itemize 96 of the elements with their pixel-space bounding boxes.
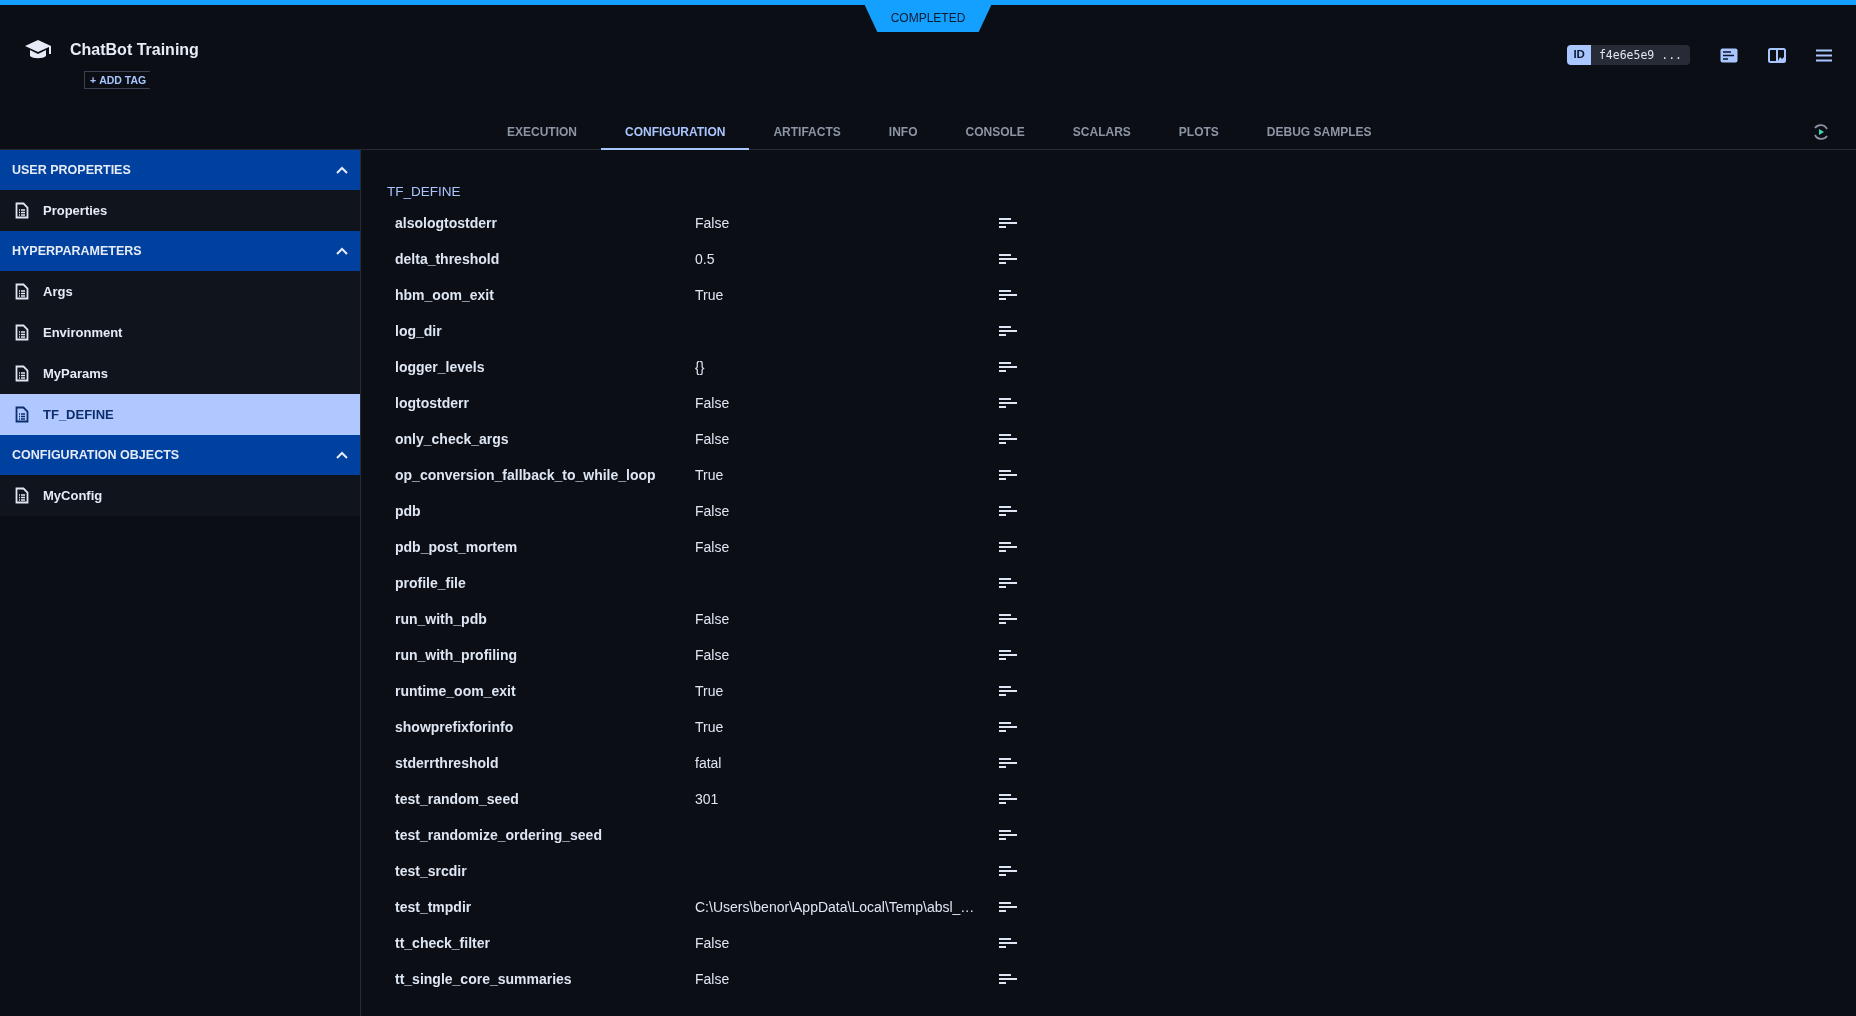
description-icon[interactable] xyxy=(999,974,1017,984)
sidebar-item[interactable]: Args xyxy=(0,271,360,312)
document-icon xyxy=(15,406,29,423)
chevron-up-icon[interactable] xyxy=(336,451,348,459)
tab[interactable]: INFO xyxy=(864,115,942,150)
param-value: False xyxy=(695,935,731,951)
tab[interactable]: EXECUTION xyxy=(483,115,601,150)
description-icon[interactable] xyxy=(999,290,1017,300)
sidebar-item[interactable]: Environment xyxy=(0,312,360,353)
description-icon[interactable] xyxy=(999,758,1017,768)
description-icon[interactable] xyxy=(999,614,1017,624)
param-value: True xyxy=(695,719,725,735)
tab[interactable]: DEBUG SAMPLES xyxy=(1242,115,1396,150)
param-name: tt_check_filter xyxy=(395,935,491,951)
tab[interactable]: SCALARS xyxy=(1048,115,1155,150)
param-name: profile_file xyxy=(395,575,467,591)
description-icon[interactable] xyxy=(999,722,1017,732)
sidebar-item[interactable]: MyParams xyxy=(0,353,360,394)
param-value: False xyxy=(695,395,731,411)
layout-icon[interactable] xyxy=(1768,47,1786,63)
sidebar-item[interactable]: TF_DEFINE xyxy=(0,394,360,435)
param-name: test_srcdir xyxy=(395,863,468,879)
description-icon[interactable] xyxy=(999,398,1017,408)
param-value: False xyxy=(695,539,731,555)
menu-icon[interactable] xyxy=(1816,48,1832,62)
document-icon xyxy=(15,324,29,341)
description-icon[interactable] xyxy=(999,326,1017,336)
description-icon[interactable] xyxy=(999,362,1017,372)
param-name: pdb xyxy=(395,503,422,519)
sidebar-item[interactable]: MyConfig xyxy=(0,475,360,516)
param-name: run_with_profiling xyxy=(395,647,519,663)
param-value: False xyxy=(695,215,731,231)
document-icon xyxy=(15,487,29,504)
param-value: {} xyxy=(695,359,706,375)
param-name: test_tmpdir xyxy=(395,899,473,915)
param-name: delta_threshold xyxy=(395,251,501,267)
chevron-up-icon[interactable] xyxy=(336,166,348,174)
param-value: True xyxy=(695,467,725,483)
description-icon[interactable] xyxy=(999,866,1017,876)
document-icon xyxy=(15,202,29,219)
section-title: TF_DEFINE xyxy=(387,184,462,199)
description-icon[interactable] xyxy=(999,506,1017,516)
document-icon xyxy=(15,283,29,300)
param-value: False xyxy=(695,431,731,447)
param-value: C:\Users\benor\AppData\Local\Temp\absl_… xyxy=(695,899,976,915)
param-value: False xyxy=(695,611,731,627)
section-header[interactable]: HYPERPARAMETERS xyxy=(0,231,360,271)
description-icon[interactable] xyxy=(999,434,1017,444)
refresh-icon[interactable] xyxy=(1812,123,1830,141)
param-name: hbm_oom_exit xyxy=(395,287,495,303)
section-header[interactable]: CONFIGURATION OBJECTS xyxy=(0,435,360,475)
param-name: logger_levels xyxy=(395,359,486,375)
param-value: 0.5 xyxy=(695,251,716,267)
param-name: op_conversion_fallback_to_while_loop xyxy=(395,467,657,483)
tab[interactable]: PLOTS xyxy=(1154,115,1243,150)
param-name: run_with_pdb xyxy=(395,611,488,627)
sidebar-item[interactable]: Properties xyxy=(0,190,360,231)
param-value: True xyxy=(695,683,725,699)
graduation-cap-icon xyxy=(24,39,52,61)
param-name: test_randomize_ordering_seed xyxy=(395,827,603,843)
param-value: False xyxy=(695,971,731,987)
document-icon xyxy=(15,365,29,382)
param-name: logtostderr xyxy=(395,395,470,411)
status-badge: COMPLETED xyxy=(864,5,992,32)
description-icon[interactable] xyxy=(999,794,1017,804)
tab[interactable]: ARTIFACTS xyxy=(749,115,865,150)
description-icon[interactable] xyxy=(999,650,1017,660)
param-name: stderrthreshold xyxy=(395,755,500,771)
param-value: False xyxy=(695,647,731,663)
param-value: True xyxy=(695,287,725,303)
param-name: only_check_args xyxy=(395,431,510,447)
param-name: test_random_seed xyxy=(395,791,520,807)
param-value: 301 xyxy=(695,791,720,807)
param-name: alsologtostderr xyxy=(395,215,498,231)
param-value: fatal xyxy=(695,755,723,771)
param-name: pdb_post_mortem xyxy=(395,539,519,555)
details-panel-icon[interactable] xyxy=(1720,47,1738,63)
param-name: log_dir xyxy=(395,323,443,339)
tab[interactable]: CONSOLE xyxy=(941,115,1049,150)
description-icon[interactable] xyxy=(999,578,1017,588)
description-icon[interactable] xyxy=(999,542,1017,552)
chevron-up-icon[interactable] xyxy=(336,247,348,255)
description-icon[interactable] xyxy=(999,470,1017,480)
param-name: showprefixforinfo xyxy=(395,719,515,735)
description-icon[interactable] xyxy=(999,686,1017,696)
tab[interactable]: CONFIGURATION xyxy=(601,115,750,150)
description-icon[interactable] xyxy=(999,938,1017,948)
experiment-title: ChatBot Training xyxy=(70,41,199,59)
description-icon[interactable] xyxy=(999,218,1017,228)
param-name: tt_single_core_summaries xyxy=(395,971,573,987)
section-header[interactable]: USER PROPERTIES xyxy=(0,150,360,190)
description-icon[interactable] xyxy=(999,254,1017,264)
description-icon[interactable] xyxy=(999,902,1017,912)
param-name: runtime_oom_exit xyxy=(395,683,517,699)
description-icon[interactable] xyxy=(999,830,1017,840)
param-value: False xyxy=(695,503,731,519)
